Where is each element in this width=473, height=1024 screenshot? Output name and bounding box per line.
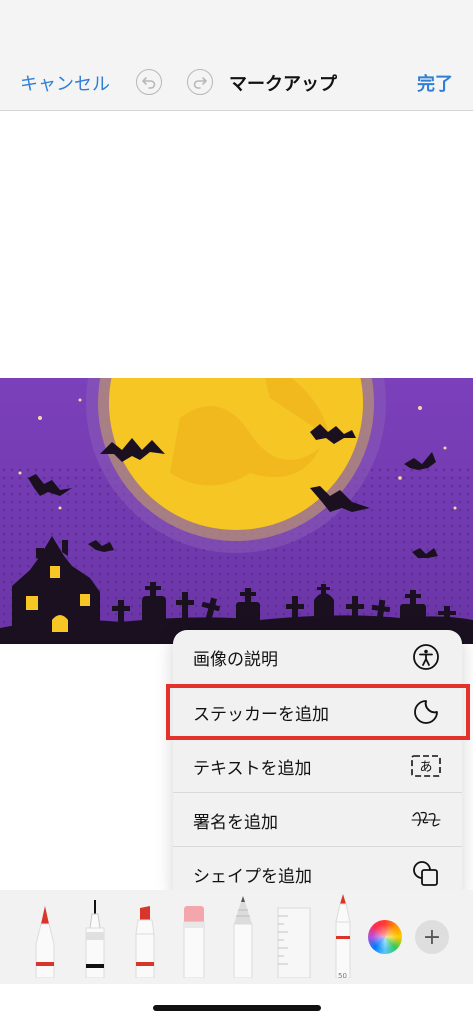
highlight-frame: [166, 684, 470, 740]
page-title: マークアップ: [229, 74, 337, 95]
menu-item-label: 画像の説明: [193, 650, 278, 670]
menu-item-label: テキストを追加: [193, 759, 312, 779]
fineliner-tool[interactable]: [82, 898, 108, 978]
menu-item-add-text[interactable]: テキストを追加 あ: [173, 738, 462, 792]
cancel-button[interactable]: キャンセル: [20, 70, 110, 96]
crayon-tool[interactable]: [330, 892, 356, 978]
menu-item-add-signature[interactable]: 署名を追加: [173, 792, 462, 846]
menu-item-image-description[interactable]: 画像の説明: [173, 630, 462, 684]
add-menu: 画像の説明 ステッカーを追加 テキストを追加 あ 署名を追加 シェイプを追加: [173, 630, 462, 900]
text-box-icon: あ: [410, 750, 442, 782]
menu-item-label: 署名を追加: [193, 813, 278, 833]
marker-tool[interactable]: [132, 904, 158, 978]
color-picker-icon[interactable]: [368, 920, 402, 954]
add-button[interactable]: +: [415, 920, 449, 954]
eraser-tool[interactable]: [180, 904, 208, 978]
signature-icon: [410, 804, 442, 836]
status-bar: [0, 0, 473, 52]
menu-item-label: シェイプを追加: [193, 867, 312, 887]
pencil-tool[interactable]: [230, 894, 256, 978]
home-indicator[interactable]: [153, 1005, 321, 1011]
halloween-image[interactable]: [0, 253, 473, 644]
plus-icon: +: [422, 924, 442, 950]
shapes-icon: [410, 858, 442, 890]
crayon-width-label: 50: [338, 972, 347, 980]
navigation-bar: キャンセル マークアップ 完了: [0, 52, 473, 111]
redo-icon[interactable]: [187, 69, 213, 95]
accessibility-icon: [410, 641, 442, 673]
undo-icon[interactable]: [136, 69, 162, 95]
text-icon-glyph: あ: [419, 760, 432, 775]
bottom-safe-area: [0, 984, 473, 1024]
done-button[interactable]: 完了: [417, 70, 453, 96]
ruler-tool[interactable]: [276, 906, 312, 978]
pen-tool[interactable]: [32, 904, 58, 978]
markup-toolbar: 50 +: [0, 890, 473, 984]
